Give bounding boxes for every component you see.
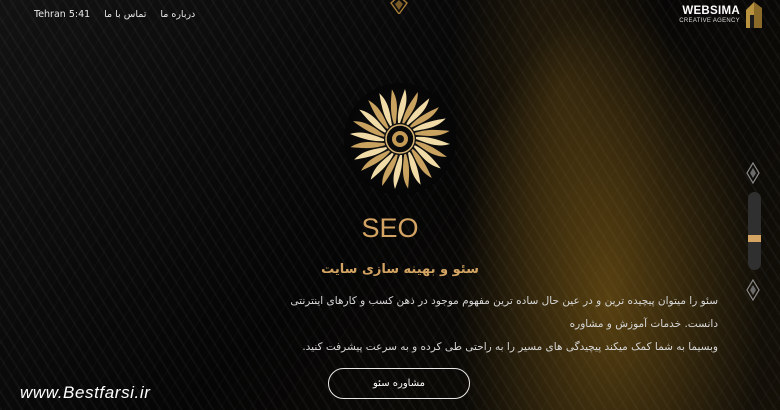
scrollbar[interactable]: [748, 192, 761, 270]
websima-logo[interactable]: WEBSIMA CREATIVE AGENCY: [679, 1, 764, 29]
seo-consult-button[interactable]: مشاوره سئو: [328, 368, 470, 399]
top-nav: Tehran 5:41 تماس با ما درباره ما: [34, 9, 195, 20]
description-line-1: سئو را میتوان پیچیده ترین و در عین حال س…: [290, 295, 718, 330]
logo-subtitle: CREATIVE AGENCY: [679, 18, 740, 25]
logo-title: WEBSIMA: [682, 4, 740, 17]
scroll-down-icon[interactable]: [746, 279, 760, 301]
hero-title: SEO: [361, 213, 419, 243]
websima-logo-icon: [746, 2, 762, 28]
tehran-time: Tehran 5:41: [34, 9, 91, 20]
scroll-up-icon[interactable]: [746, 162, 760, 184]
scroll-thumb[interactable]: [748, 235, 761, 242]
sun-emblem-icon: [344, 83, 456, 195]
hero-description: سئو را میتوان پیچیده ترین و در عین حال س…: [278, 290, 718, 359]
nav-about-link[interactable]: درباره ما: [160, 9, 195, 20]
hero-subtitle: سئو و بهینه سازی سایت: [321, 262, 479, 277]
description-line-2: وبسیما به شما کمک میکند پیچیدگی های مسیر…: [302, 341, 718, 353]
nav-contact-link[interactable]: تماس با ما: [104, 9, 146, 20]
gold-emblem-icon: [390, 0, 408, 14]
watermark: www.Bestfarsi.ir: [20, 383, 151, 402]
